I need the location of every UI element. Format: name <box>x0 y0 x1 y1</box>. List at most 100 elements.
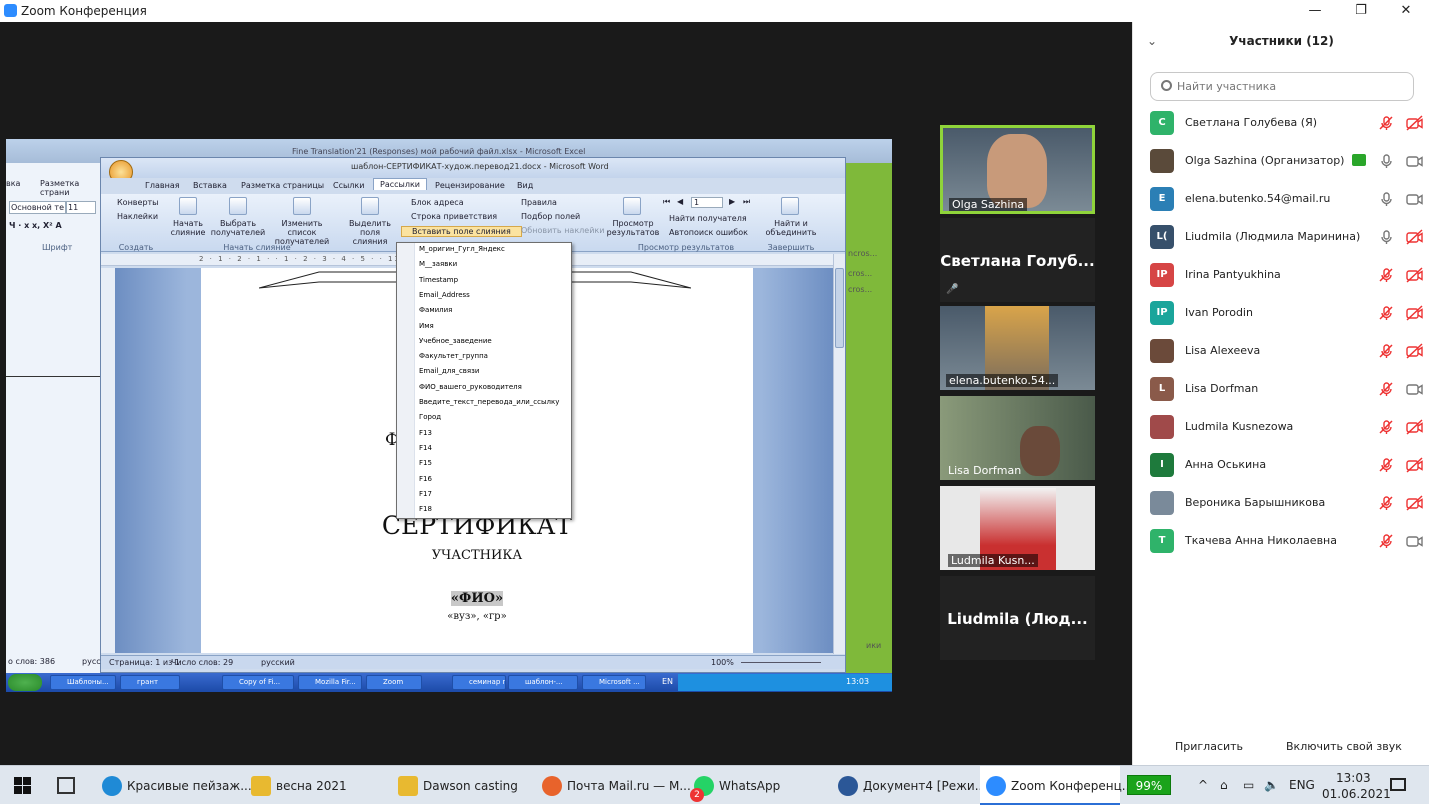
merge-field-item[interactable]: Имя <box>419 322 434 337</box>
remote-taskbar-button[interactable]: шаблон-... <box>508 675 578 690</box>
remote-taskbar-button[interactable]: Copy of Fi... <box>222 675 294 690</box>
taskbar-app-button[interactable]: Dawson casting <box>392 766 529 805</box>
merge-field-item[interactable]: ФИО_вашего_руководителя <box>419 383 522 398</box>
invite-button[interactable]: Пригласить <box>1167 734 1251 759</box>
participant-row[interactable]: Eelena.butenko.54@mail.ru <box>1133 180 1429 218</box>
close-button[interactable]: ✕ <box>1396 3 1416 19</box>
merge-field-item[interactable]: М_оригин_Гугл_Яндекс <box>419 245 505 260</box>
tab-page-layout[interactable]: Разметка страницы <box>241 181 324 190</box>
participant-search[interactable]: Найти участника <box>1150 72 1414 101</box>
video-off-icon[interactable] <box>1406 305 1424 321</box>
fio-merge-field[interactable]: «ФИО» <box>450 591 504 606</box>
remote-taskbar-button[interactable]: семинар п... <box>452 675 506 690</box>
shared-screen[interactable]: Fine Translation'21 (Responses) мой рабо… <box>6 139 892 692</box>
merge-field-item[interactable]: F15 <box>419 459 432 474</box>
maximize-button[interactable]: ❐ <box>1351 3 1371 19</box>
remote-taskbar-button[interactable]: Mozilla Fir... <box>298 675 362 690</box>
participant-row[interactable]: L Lisa Dorfman <box>1133 370 1429 408</box>
merge-field-item[interactable]: Timestamp <box>419 276 458 291</box>
video-off-icon[interactable] <box>1406 229 1424 245</box>
start-merge-button[interactable]: Начать слияние <box>167 219 209 237</box>
next-record-icon[interactable]: ▶ <box>729 197 735 206</box>
video-off-icon[interactable] <box>1406 267 1424 283</box>
tab-review[interactable]: Рецензирование <box>435 181 505 190</box>
select-recipients-button[interactable]: Выбрать получателей <box>209 219 267 237</box>
participant-row[interactable]: T Ткачева Анна Николаевна <box>1133 522 1429 560</box>
merge-field-item[interactable]: Email_для_связи <box>419 367 479 382</box>
word-window[interactable]: шаблон-СЕРТИФИКАТ-худож.перевод21.docx -… <box>100 157 846 673</box>
record-input[interactable]: 1 <box>691 197 723 208</box>
task-view-icon[interactable] <box>57 777 75 794</box>
merge-field-item[interactable]: Город <box>419 413 441 428</box>
taskbar-app-button[interactable]: Документ4 [Режи... <box>832 766 986 805</box>
taskbar-app-button[interactable]: весна 2021 <box>245 766 385 805</box>
last-record-icon[interactable]: ⏭ <box>743 197 750 207</box>
vertical-scrollbar[interactable] <box>833 254 845 654</box>
tab-home[interactable]: Главная <box>145 181 180 190</box>
muted-mic-icon[interactable] <box>1378 533 1394 549</box>
match-fields-button[interactable]: Подбор полей <box>521 212 580 221</box>
clock-time[interactable]: 13:03 <box>1336 771 1371 785</box>
merge-field-item[interactable]: F17 <box>419 490 432 505</box>
muted-mic-icon[interactable] <box>1378 115 1394 131</box>
mic-icon[interactable] <box>1378 153 1394 169</box>
unmute-button[interactable]: Включить свой звук <box>1278 734 1410 759</box>
taskbar-app-button[interactable]: Почта Mail.ru — M... <box>536 766 691 805</box>
video-off-icon[interactable] <box>1406 343 1424 359</box>
mic-icon[interactable] <box>1378 229 1394 245</box>
tab-view[interactable]: Вид <box>517 181 533 190</box>
prev-record-icon[interactable]: ◀ <box>677 197 683 206</box>
auto-check-button[interactable]: Автопоиск ошибок <box>669 228 748 237</box>
muted-mic-icon[interactable] <box>1378 419 1394 435</box>
name-tile-liudmila[interactable]: Liudmila (Люд... <box>940 576 1095 660</box>
taskbar-app-button[interactable]: Красивые пейзаж... <box>96 766 252 805</box>
minimize-button[interactable]: — <box>1305 3 1325 19</box>
merge-field-item[interactable]: Учебное_заведение <box>419 337 492 352</box>
highlight-fields-button[interactable]: Выделить поля слияния <box>343 219 397 246</box>
first-record-icon[interactable]: ⏮ <box>663 197 670 207</box>
remote-start-button[interactable] <box>8 674 42 691</box>
merge-field-item[interactable]: М__заявки <box>419 260 457 275</box>
merge-field-item[interactable]: F16 <box>419 475 432 490</box>
muted-mic-icon[interactable] <box>1378 267 1394 283</box>
video-tile-ludmila[interactable]: Ludmila Kusn... <box>940 486 1095 570</box>
find-recipient-button[interactable]: Найти получателя <box>669 214 747 223</box>
scroll-thumb[interactable] <box>835 268 844 348</box>
video-icon[interactable] <box>1406 533 1424 549</box>
video-off-icon[interactable] <box>1406 115 1424 131</box>
merge-field-item[interactable]: Фамилия <box>419 306 452 321</box>
tab-mailings[interactable]: Рассылки <box>373 178 427 190</box>
address-block-button[interactable]: Блок адреса <box>411 198 464 207</box>
video-off-icon[interactable] <box>1406 419 1424 435</box>
video-tile-lisa[interactable]: Lisa Dorfman <box>940 396 1095 480</box>
update-labels-button[interactable]: Обновить наклейки <box>521 226 604 235</box>
merge-field-item[interactable]: F18 <box>419 505 432 520</box>
muted-mic-icon[interactable] <box>1378 495 1394 511</box>
merge-field-item[interactable]: Email_Address <box>419 291 470 306</box>
insert-merge-field-button[interactable]: Вставить поле слияния <box>401 226 522 237</box>
merge-field-item[interactable]: F14 <box>419 444 432 459</box>
video-off-icon[interactable] <box>1406 457 1424 473</box>
video-tile-olga[interactable]: Olga Sazhina <box>940 125 1095 214</box>
mic-icon[interactable] <box>1378 191 1394 207</box>
video-icon[interactable] <box>1406 191 1424 207</box>
participant-row[interactable]: Olga Sazhina (Организатор) <box>1133 142 1429 180</box>
merge-field-item[interactable]: Введите_текст_перевода_или_ссылку <box>419 398 559 413</box>
remote-taskbar-button[interactable]: грант <box>120 675 180 690</box>
participant-row[interactable]: С Светлана Голубева (Я) <box>1133 104 1429 142</box>
participant-row[interactable]: IP Irina Pantyukhina <box>1133 256 1429 294</box>
windows-start-icon[interactable] <box>14 777 31 794</box>
network-status-icon[interactable]: ▭ <box>1243 778 1254 792</box>
participant-row[interactable]: Lisa Alexeeva <box>1133 332 1429 370</box>
greeting-line-button[interactable]: Строка приветствия <box>411 212 497 221</box>
participant-row[interactable]: Ludmila Kusnezowa <box>1133 408 1429 446</box>
remote-taskbar-button[interactable]: Шаблоны... <box>50 675 116 690</box>
remote-taskbar-button[interactable]: Microsoft ... <box>582 675 646 690</box>
participant-row[interactable]: I Анна Оськина <box>1133 446 1429 484</box>
finish-merge-button[interactable]: Найти и объединить <box>763 219 819 237</box>
taskbar-app-button[interactable]: Zoom Конференц... <box>980 766 1133 805</box>
notifications-icon[interactable] <box>1390 778 1406 791</box>
video-tile-elena[interactable]: elena.butenko.54... <box>940 306 1095 390</box>
envelopes-button[interactable]: Конверты <box>117 198 159 207</box>
rules-button[interactable]: Правила <box>521 198 557 207</box>
